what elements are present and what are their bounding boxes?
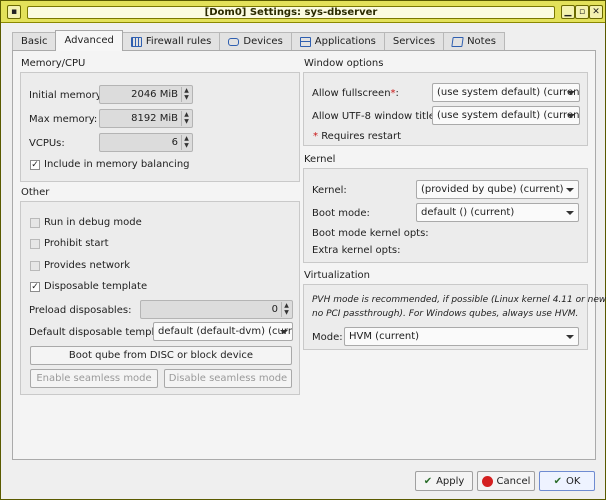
ok-button[interactable]: ✔ OK [539, 471, 595, 491]
tab-notes[interactable]: Notes [443, 32, 505, 51]
other-section-title: Other [21, 187, 50, 198]
check-icon: ✔ [423, 475, 433, 487]
memory-balancing-label: Include in memory balancing [44, 159, 190, 170]
virtualization-section-title: Virtualization [304, 270, 370, 281]
memory-balancing-checkbox[interactable]: ✓ [30, 160, 40, 170]
fullscreen-label: Allow fullscreen*: [312, 88, 399, 99]
default-disposable-label: Default disposable template [29, 327, 171, 338]
boot-mode-label: Boot mode: [312, 208, 370, 219]
tab-basic[interactable]: Basic [12, 32, 57, 51]
check-icon: ✔ [553, 475, 562, 487]
extra-kernel-opts-label: Extra kernel opts: [312, 245, 401, 256]
boot-mode-select[interactable]: default () (current) [416, 203, 579, 222]
requires-restart-note: * Requires restart [313, 131, 402, 142]
spinbox-arrows-icon[interactable]: ▲ ▼ [181, 135, 191, 150]
spinbox-arrows-icon[interactable]: ▲ ▼ [181, 87, 191, 102]
tab-devices[interactable]: Devices [219, 32, 292, 51]
firewall-icon [130, 37, 142, 47]
debug-mode-checkbox[interactable] [30, 218, 40, 228]
virtualization-note-line2: no PCI passthrough). For Windows qubes, … [312, 309, 579, 319]
tab-applications[interactable]: Applications [290, 32, 385, 51]
chevron-down-icon [566, 211, 574, 215]
other-group: Run in debug mode Prohibit start Provide… [20, 201, 300, 395]
disable-seamless-button[interactable]: Disable seamless mode [164, 369, 292, 388]
virtualization-mode-select[interactable]: HVM (current) [344, 327, 579, 346]
menu-icon[interactable]: ▪ [7, 5, 21, 19]
tab-bar: Basic Advanced Firewall rules Devices Ap… [12, 30, 505, 51]
prohibit-start-label: Prohibit start [44, 238, 109, 249]
title-bar[interactable]: ▪ [Dom0] Settings: sys-dbserver ▁ ▫ ✕ [1, 1, 605, 23]
window-options-title: Window options [304, 58, 384, 69]
disposable-template-label: Disposable template [44, 281, 148, 292]
utf8-titles-label: Allow UTF-8 window titles*: [312, 111, 448, 122]
spinbox-arrows-icon[interactable]: ▲ ▼ [181, 111, 191, 126]
max-memory-spinbox[interactable]: 8192 MiB ▲ ▼ [99, 109, 193, 128]
boot-mode-kernel-opts-label: Boot mode kernel opts: [312, 228, 429, 239]
vcpus-label: VCPUs: [29, 138, 65, 149]
debug-mode-label: Run in debug mode [44, 217, 142, 228]
mode-label: Mode: [312, 332, 343, 343]
prohibit-start-checkbox[interactable] [30, 239, 40, 249]
chevron-down-icon [566, 335, 574, 339]
tab-firewall-rules[interactable]: Firewall rules [121, 32, 221, 51]
chevron-down-icon [280, 330, 288, 334]
close-icon[interactable]: ✕ [589, 5, 603, 19]
kernel-section-title: Kernel [304, 154, 336, 165]
cancel-button[interactable]: Cancel [477, 471, 535, 491]
disposable-template-checkbox[interactable]: ✓ [30, 282, 40, 292]
preload-disposables-spinbox[interactable]: 0 ▲ ▼ [140, 300, 293, 319]
cancel-icon [481, 475, 493, 487]
max-memory-label: Max memory: [29, 114, 98, 125]
chevron-down-icon [567, 114, 575, 118]
virtualization-note-line1: PVH mode is recommended, if possible (Li… [312, 295, 606, 305]
applications-icon [299, 37, 311, 47]
kernel-group: Kernel: (provided by qube) (current) Boo… [303, 168, 588, 263]
initial-memory-label: Initial memory: [29, 90, 105, 101]
advanced-panel: Memory/CPU Initial memory: 2046 MiB ▲ ▼ M… [12, 50, 606, 460]
spinbox-arrows-icon[interactable]: ▲ ▼ [281, 302, 291, 317]
vcpus-spinbox[interactable]: 6 ▲ ▼ [99, 133, 193, 152]
apply-button[interactable]: ✔ Apply [415, 471, 473, 491]
settings-window: ▪ [Dom0] Settings: sys-dbserver ▁ ▫ ✕ Ba… [0, 0, 606, 500]
enable-seamless-button[interactable]: Enable seamless mode [30, 369, 158, 388]
provides-network-label: Provides network [44, 260, 131, 271]
provides-network-checkbox[interactable] [30, 261, 40, 271]
window-options-group: Allow fullscreen*: (use system default) … [303, 72, 588, 146]
maximize-icon[interactable]: ▫ [575, 5, 589, 19]
initial-memory-spinbox[interactable]: 2046 MiB ▲ ▼ [99, 85, 193, 104]
chevron-down-icon [566, 188, 574, 192]
utf8-titles-select[interactable]: (use system default) (current) [432, 106, 580, 125]
kernel-label: Kernel: [312, 185, 347, 196]
preload-disposables-label: Preload disposables: [29, 305, 132, 316]
fullscreen-select[interactable]: (use system default) (current) [432, 83, 580, 102]
tab-services[interactable]: Services [383, 32, 445, 51]
virtualization-group: PVH mode is recommended, if possible (Li… [303, 284, 606, 350]
minimize-icon[interactable]: ▁ [561, 5, 575, 19]
devices-icon [228, 38, 240, 46]
default-disposable-select[interactable]: default (default-dvm) (curre [153, 322, 293, 341]
window-title: [Dom0] Settings: sys-dbserver [27, 6, 555, 19]
boot-from-disc-button[interactable]: Boot qube from DISC or block device [30, 346, 292, 365]
tab-advanced[interactable]: Advanced [55, 30, 123, 51]
memory-group: Initial memory: 2046 MiB ▲ ▼ Max memory: … [20, 72, 300, 182]
kernel-select[interactable]: (provided by qube) (current) [416, 180, 579, 199]
chevron-down-icon [567, 91, 575, 95]
memory-section-title: Memory/CPU [21, 58, 86, 69]
notes-icon [451, 37, 464, 47]
